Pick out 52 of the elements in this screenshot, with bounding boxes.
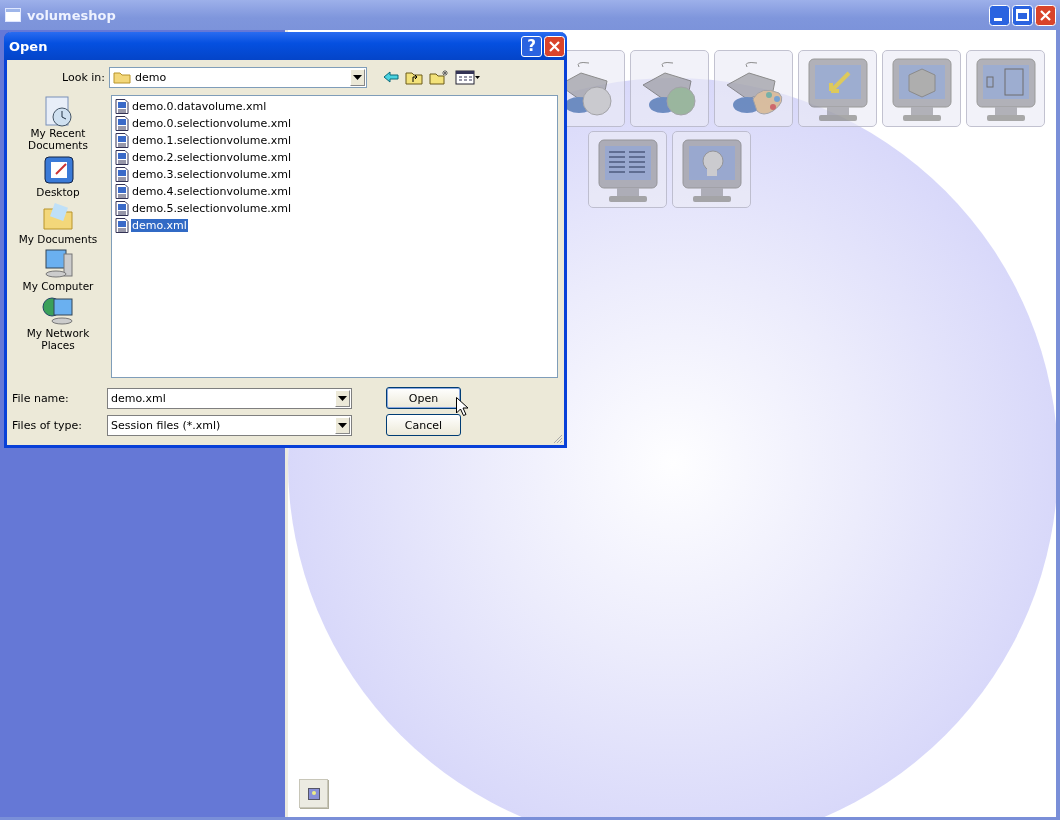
file-type-label: Files of type: [11, 418, 83, 432]
file-name-label: File name: [11, 391, 70, 405]
places-item[interactable]: My Computer [10, 248, 106, 292]
resize-grip-icon[interactable] [553, 434, 563, 444]
file-item[interactable]: demo.2.selectionvolume.xml [131, 151, 292, 164]
cancel-button[interactable]: Cancel [386, 414, 461, 436]
image-button[interactable] [299, 779, 328, 808]
help-button[interactable]: ? [521, 35, 542, 57]
minimize-icon[interactable] [989, 4, 1010, 26]
file-item[interactable]: demo.4.selectionvolume.xml [131, 185, 292, 198]
file-item[interactable]: demo.5.selectionvolume.xml [131, 202, 292, 215]
xml-file-icon [115, 167, 129, 182]
view-menu-icon[interactable] [455, 69, 481, 85]
file-item[interactable]: demo.3.selectionvolume.xml [131, 168, 292, 181]
file-item[interactable]: demo.0.selectionvolume.xml [131, 117, 292, 130]
mouse-cursor-icon [456, 397, 468, 416]
tool-button[interactable] [588, 131, 667, 208]
close-icon[interactable] [544, 35, 565, 57]
window-title: volumeshop [27, 7, 117, 23]
xml-file-icon [115, 201, 129, 216]
file-item[interactable]: demo.xml [131, 219, 188, 232]
xml-file-icon [115, 116, 129, 131]
file-type-field[interactable]: Session files (*.xml) [107, 414, 352, 436]
places-item[interactable]: My Network Places [10, 295, 106, 351]
close-icon[interactable] [1035, 4, 1056, 26]
dialog-title: Open [9, 38, 49, 54]
folder-icon [113, 70, 131, 84]
places-item[interactable]: Desktop [10, 154, 106, 198]
maximize-icon[interactable] [1012, 4, 1033, 26]
places-item[interactable]: My Documents [10, 201, 106, 245]
computer-icon [42, 248, 74, 280]
picture-icon [307, 787, 320, 800]
xml-file-icon [115, 99, 129, 114]
desktop-icon [42, 154, 74, 186]
file-item[interactable]: demo.1.selectionvolume.xml [131, 134, 292, 147]
up-folder-icon[interactable] [405, 69, 423, 85]
open-button[interactable]: Open [386, 387, 461, 409]
file-item[interactable]: demo.0.datavolume.xml [131, 100, 268, 113]
documents-folder-icon [42, 201, 74, 233]
window-icon [5, 8, 21, 22]
file-name-field[interactable]: demo.xml [107, 387, 352, 409]
recent-documents-icon [42, 95, 74, 127]
xml-file-icon [115, 218, 129, 233]
xml-file-icon [115, 150, 129, 165]
places-item[interactable]: My Recent Documents [10, 95, 106, 151]
xml-file-icon [115, 133, 129, 148]
xml-file-icon [115, 184, 129, 199]
back-arrow-icon[interactable] [383, 70, 399, 84]
network-places-icon [42, 295, 74, 327]
new-folder-icon[interactable] [429, 69, 449, 85]
look-in-dropdown[interactable]: demo [109, 66, 367, 88]
look-in-label: Look in: [61, 70, 106, 84]
